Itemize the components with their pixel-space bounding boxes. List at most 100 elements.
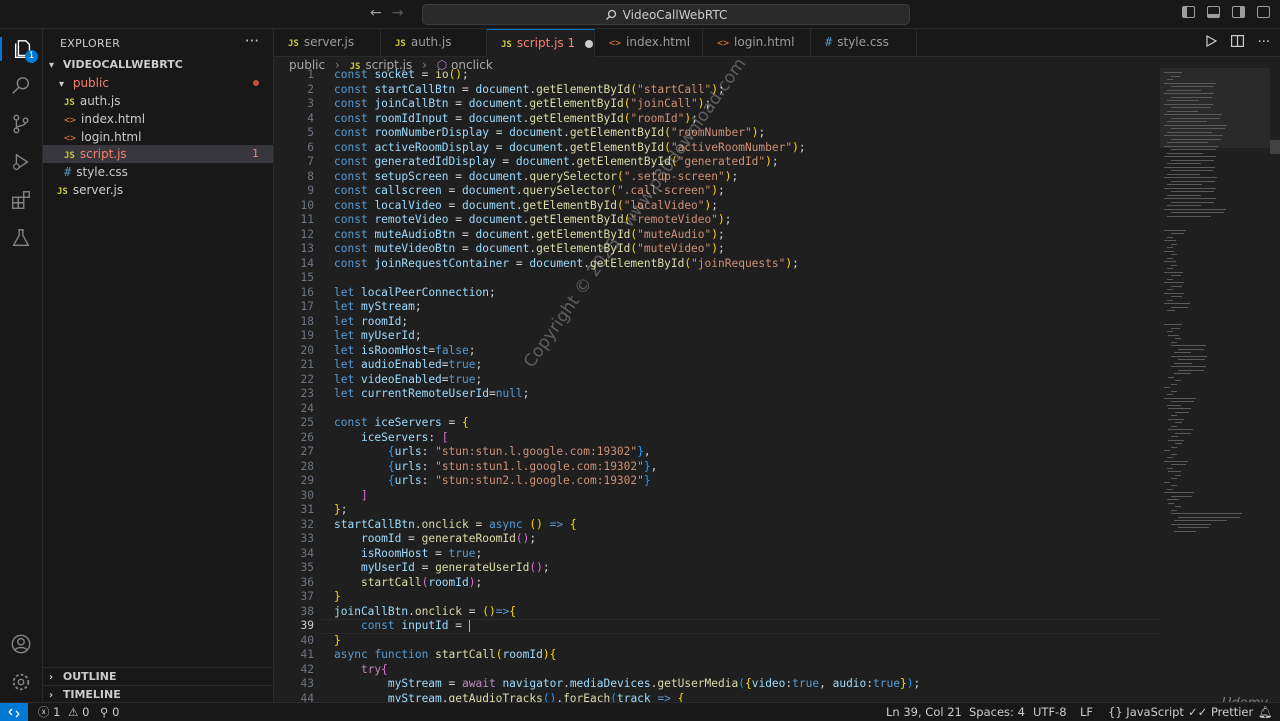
customize-layout-icon[interactable] xyxy=(1257,6,1270,18)
code-line[interactable]: const activeRoomDisplay = document.getEl… xyxy=(334,141,1160,156)
code-line[interactable]: let myUserId; xyxy=(334,329,1160,344)
code-line[interactable]: {urls: "stun:stun2.l.google.com:19302"} xyxy=(334,474,1160,489)
file-script-js[interactable]: JS script.js 1 xyxy=(43,145,273,163)
code-line[interactable]: const muteAudioBtn = document.getElement… xyxy=(334,228,1160,243)
code-line[interactable]: {urls: "stun:stun1.l.google.com:19302"}, xyxy=(334,460,1160,475)
minimap-line xyxy=(1171,138,1222,140)
encoding[interactable]: UTF-8 xyxy=(1033,703,1067,721)
code-editor[interactable]: const socket = io(); const startCallBtn =… xyxy=(334,68,1160,706)
unsaved-dot-icon[interactable] xyxy=(585,39,594,48)
code-line[interactable]: myUserId = generateUserId(); xyxy=(334,561,1160,576)
toggle-primary-sidebar-icon[interactable] xyxy=(1182,6,1195,18)
code-line[interactable]: let audioEnabled=true; xyxy=(334,358,1160,373)
manage-activity[interactable] xyxy=(9,670,33,694)
accounts-activity[interactable] xyxy=(9,632,33,656)
minimap[interactable] xyxy=(1160,68,1270,548)
code-line[interactable]: const remoteVideo = document.getElementB… xyxy=(334,213,1160,228)
minimap-line xyxy=(1167,394,1173,396)
file-login-html[interactable]: <> login.html xyxy=(43,128,273,146)
code-line[interactable]: const joinRequestContainer = document.ge… xyxy=(334,257,1160,272)
code-line[interactable]: const muteVideoBtn = document.getElement… xyxy=(334,242,1160,257)
problems-indicator[interactable]: ⓧ 1 ⚠ 0 xyxy=(38,703,89,721)
code-line[interactable]: const generatedIdDisplay = document.getE… xyxy=(334,155,1160,170)
tab-login-html[interactable]: <> login.html xyxy=(703,29,811,56)
line-number-gutter: 1 2 3 4 5 6 7 8 9 10 11 12 13 14 15 16 17 18 19 20 21 22 23 24 2… xyxy=(274,68,322,706)
code-line[interactable]: let videoEnabled=true; xyxy=(334,373,1160,388)
source-control-activity[interactable] xyxy=(9,112,33,136)
tab-style-css[interactable]: # style.css xyxy=(811,29,917,56)
tab-script-js[interactable]: JS script.js 1 xyxy=(487,29,595,57)
code-line[interactable]: try{ xyxy=(334,663,1160,678)
remote-explorer-activity[interactable] xyxy=(9,226,33,250)
file-server-js[interactable]: JS server.js xyxy=(43,181,273,199)
search-activity[interactable] xyxy=(9,74,33,98)
code-line[interactable]: startCall(roomId); xyxy=(334,576,1160,591)
file-auth-js[interactable]: JS auth.js xyxy=(43,92,273,110)
more-actions-icon[interactable]: ··· xyxy=(245,32,259,50)
code-line[interactable] xyxy=(334,271,1160,286)
code-line[interactable]: const inputId = xyxy=(334,619,1160,634)
forward-arrow-icon[interactable]: → xyxy=(392,5,404,21)
toggle-secondary-sidebar-icon[interactable] xyxy=(1232,6,1245,18)
code-line[interactable]: const startCallBtn = document.getElement… xyxy=(334,83,1160,98)
code-line[interactable] xyxy=(334,402,1160,417)
code-line[interactable]: const roomIdInput = document.getElementB… xyxy=(334,112,1160,127)
extensions-activity[interactable] xyxy=(9,188,33,212)
tab-auth-js[interactable]: JS auth.js xyxy=(381,29,487,56)
prettier-status[interactable]: ✓✓ Prettier xyxy=(1188,703,1253,721)
tab-index-html[interactable]: <> index.html xyxy=(595,29,703,56)
minimap-line xyxy=(1174,474,1181,476)
ports-indicator[interactable]: ⚲ 0 xyxy=(100,703,119,721)
code-line[interactable]: const callscreen = document.querySelecto… xyxy=(334,184,1160,199)
back-arrow-icon[interactable]: ← xyxy=(370,5,382,21)
folder-public[interactable]: ▾ public xyxy=(43,74,273,92)
remote-indicator[interactable] xyxy=(0,703,28,721)
code-line[interactable]: const roomNumberDisplay = document.getEl… xyxy=(334,126,1160,141)
file-index-html[interactable]: <> index.html xyxy=(43,110,273,128)
run-debug-activity[interactable] xyxy=(9,150,33,174)
line-number: 36 xyxy=(300,575,314,589)
code-line[interactable]: }; xyxy=(334,503,1160,518)
code-line[interactable]: const setupScreen = document.querySelect… xyxy=(334,170,1160,185)
code-line[interactable]: roomId = generateRoomId(); xyxy=(334,532,1160,547)
code-line[interactable]: let myStream; xyxy=(334,300,1160,315)
code-line[interactable]: } xyxy=(334,590,1160,605)
code-line[interactable]: } xyxy=(334,634,1160,649)
code-line[interactable]: async function startCall(roomId){ xyxy=(334,648,1160,663)
code-line[interactable]: myStream = await navigator.mediaDevices.… xyxy=(334,677,1160,692)
file-label: index.html xyxy=(81,112,146,126)
outline-section[interactable]: › OUTLINE xyxy=(43,667,273,686)
project-folder[interactable]: ▾ VIDEOCALLWEBRTC xyxy=(43,56,273,74)
status-bar: ⓧ 1 ⚠ 0 ⚲ 0 Ln 39, Col 21 Spaces: 4 UTF-… xyxy=(0,702,1280,721)
minimap-line xyxy=(1167,488,1173,490)
vertical-scrollbar[interactable] xyxy=(1270,140,1280,154)
minimap-line xyxy=(1171,128,1225,130)
indentation[interactable]: Spaces: 4 xyxy=(969,703,1025,721)
toggle-panel-icon[interactable] xyxy=(1207,6,1220,18)
modified-dot-icon xyxy=(253,80,259,86)
tab-server-js[interactable]: JS server.js xyxy=(274,29,381,56)
language-mode[interactable]: {} JavaScript xyxy=(1108,703,1184,721)
code-line[interactable]: let localPeerConnection; xyxy=(334,286,1160,301)
code-line[interactable]: startCallBtn.onclick = async () => { xyxy=(334,518,1160,533)
code-line[interactable]: const localVideo = document.getElementBy… xyxy=(334,199,1160,214)
cursor-position[interactable]: Ln 39, Col 21 xyxy=(886,703,962,721)
code-line[interactable]: const joinCallBtn = document.getElementB… xyxy=(334,97,1160,112)
code-line[interactable]: {urls: "stun:stun.l.google.com:19302"}, xyxy=(334,445,1160,460)
code-line[interactable]: let isRoomHost=false; xyxy=(334,344,1160,359)
code-line[interactable]: joinCallBtn.onclick = ()=>{ xyxy=(334,605,1160,620)
code-line[interactable]: const iceServers = { xyxy=(334,416,1160,431)
end-of-line[interactable]: LF xyxy=(1080,703,1093,721)
split-editor-icon[interactable] xyxy=(1230,35,1244,47)
notifications-bell-icon[interactable]: 🔔︎ xyxy=(1258,703,1273,721)
run-icon[interactable] xyxy=(1205,35,1217,47)
file-style-css[interactable]: # style.css xyxy=(43,163,273,181)
code-line[interactable]: ] xyxy=(334,489,1160,504)
code-line[interactable]: iceServers: [ xyxy=(334,431,1160,446)
command-center-search[interactable]: VideoCallWebRTC xyxy=(422,4,910,25)
code-line[interactable]: let roomId; xyxy=(334,315,1160,330)
code-line[interactable]: let currentRemoteUserId=null; xyxy=(334,387,1160,402)
more-actions-icon[interactable]: ··· xyxy=(1258,35,1270,50)
explorer-activity[interactable]: 1 xyxy=(0,37,44,63)
code-line[interactable]: isRoomHost = true; xyxy=(334,547,1160,562)
